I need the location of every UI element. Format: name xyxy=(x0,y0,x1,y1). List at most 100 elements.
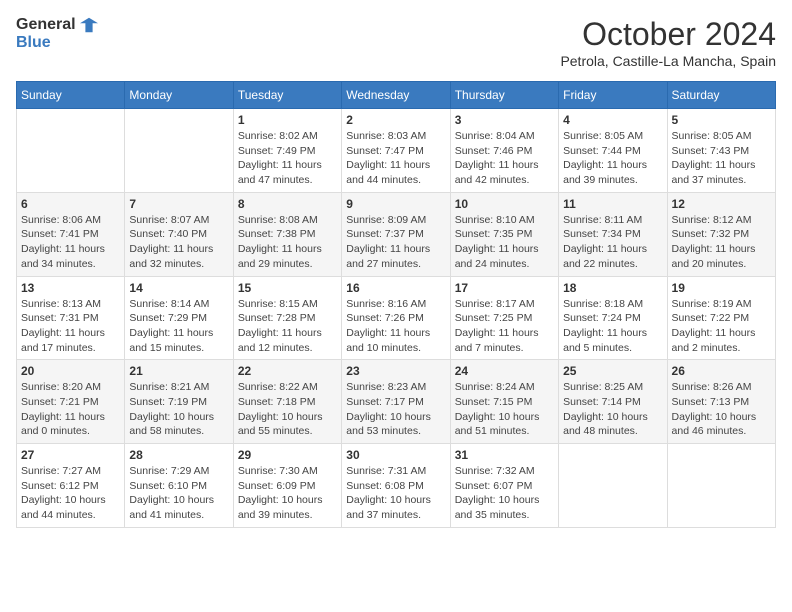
calendar-cell: 20 Sunrise: 8:20 AM Sunset: 7:21 PM Dayli… xyxy=(17,360,125,444)
logo-line2: Blue xyxy=(16,34,98,52)
calendar-cell: 17 Sunrise: 8:17 AM Sunset: 7:25 PM Dayli… xyxy=(450,276,558,360)
day-number: 27 xyxy=(21,448,120,462)
month-year: October 2024 xyxy=(560,16,776,53)
day-number: 17 xyxy=(455,281,554,295)
location: Petrola, Castille-La Mancha, Spain xyxy=(560,53,776,69)
day-info: Sunrise: 7:32 AM Sunset: 6:07 PM Dayligh… xyxy=(455,464,554,523)
calendar-cell: 11 Sunrise: 8:11 AM Sunset: 7:34 PM Dayli… xyxy=(559,192,667,276)
calendar-cell: 29 Sunrise: 7:30 AM Sunset: 6:09 PM Dayli… xyxy=(233,444,341,528)
calendar-week-row: 27Sunrise: 7:27 AM Sunset: 6:12 PM Dayli… xyxy=(17,444,776,528)
day-info: Sunrise: 8:12 AM Sunset: 7:32 PM Dayligh… xyxy=(672,213,771,272)
day-number: 23 xyxy=(346,364,445,378)
calendar-cell: 25Sunrise: 8:25 AM Sunset: 7:14 PM Dayli… xyxy=(559,360,667,444)
calendar-cell: 27Sunrise: 7:27 AM Sunset: 6:12 PM Dayli… xyxy=(17,444,125,528)
title-block: October 2024 Petrola, Castille-La Mancha… xyxy=(560,16,776,69)
day-number: 29 xyxy=(238,448,337,462)
day-number: 11 xyxy=(563,197,662,211)
calendar-cell: 19 Sunrise: 8:19 AM Sunset: 7:22 PM Dayli… xyxy=(667,276,775,360)
calendar-cell xyxy=(17,109,125,193)
weekday-header: Wednesday xyxy=(342,82,450,109)
calendar-cell: 18Sunrise: 8:18 AM Sunset: 7:24 PM Dayli… xyxy=(559,276,667,360)
calendar-cell: 24Sunrise: 8:24 AM Sunset: 7:15 PM Dayli… xyxy=(450,360,558,444)
day-number: 15 xyxy=(238,281,337,295)
calendar-week-row: 13 Sunrise: 8:13 AM Sunset: 7:31 PM Dayli… xyxy=(17,276,776,360)
day-info: Sunrise: 8:02 AM Sunset: 7:49 PM Dayligh… xyxy=(238,129,337,188)
calendar-cell: 21 Sunrise: 8:21 AM Sunset: 7:19 PM Dayli… xyxy=(125,360,233,444)
calendar-week-row: 6 Sunrise: 8:06 AM Sunset: 7:41 PM Daylig… xyxy=(17,192,776,276)
day-info: Sunrise: 8:18 AM Sunset: 7:24 PM Dayligh… xyxy=(563,297,662,356)
day-info: Sunrise: 8:13 AM Sunset: 7:31 PM Dayligh… xyxy=(21,297,120,356)
calendar-cell: 31 Sunrise: 7:32 AM Sunset: 6:07 PM Dayli… xyxy=(450,444,558,528)
day-number: 19 xyxy=(672,281,771,295)
logo: General Blue xyxy=(16,16,98,52)
day-number: 28 xyxy=(129,448,228,462)
day-number: 12 xyxy=(672,197,771,211)
day-number: 3 xyxy=(455,113,554,127)
day-number: 21 xyxy=(129,364,228,378)
day-number: 14 xyxy=(129,281,228,295)
day-number: 8 xyxy=(238,197,337,211)
calendar-cell: 15Sunrise: 8:15 AM Sunset: 7:28 PM Dayli… xyxy=(233,276,341,360)
logo-line1: General xyxy=(16,16,98,34)
weekday-header: Tuesday xyxy=(233,82,341,109)
day-number: 16 xyxy=(346,281,445,295)
logo-text: General Blue xyxy=(16,16,98,52)
day-info: Sunrise: 8:08 AM Sunset: 7:38 PM Dayligh… xyxy=(238,213,337,272)
day-info: Sunrise: 8:24 AM Sunset: 7:15 PM Dayligh… xyxy=(455,380,554,439)
day-info: Sunrise: 8:10 AM Sunset: 7:35 PM Dayligh… xyxy=(455,213,554,272)
day-number: 5 xyxy=(672,113,771,127)
day-info: Sunrise: 8:07 AM Sunset: 7:40 PM Dayligh… xyxy=(129,213,228,272)
day-number: 2 xyxy=(346,113,445,127)
day-info: Sunrise: 8:14 AM Sunset: 7:29 PM Dayligh… xyxy=(129,297,228,356)
calendar-cell xyxy=(667,444,775,528)
calendar-cell: 8 Sunrise: 8:08 AM Sunset: 7:38 PM Daylig… xyxy=(233,192,341,276)
day-info: Sunrise: 8:19 AM Sunset: 7:22 PM Dayligh… xyxy=(672,297,771,356)
calendar-cell: 16Sunrise: 8:16 AM Sunset: 7:26 PM Dayli… xyxy=(342,276,450,360)
day-number: 10 xyxy=(455,197,554,211)
weekday-header: Friday xyxy=(559,82,667,109)
day-info: Sunrise: 8:20 AM Sunset: 7:21 PM Dayligh… xyxy=(21,380,120,439)
calendar-cell: 13 Sunrise: 8:13 AM Sunset: 7:31 PM Dayli… xyxy=(17,276,125,360)
calendar-cell: 30 Sunrise: 7:31 AM Sunset: 6:08 PM Dayli… xyxy=(342,444,450,528)
day-info: Sunrise: 7:29 AM Sunset: 6:10 PM Dayligh… xyxy=(129,464,228,523)
calendar-cell xyxy=(125,109,233,193)
calendar-cell: 4Sunrise: 8:05 AM Sunset: 7:44 PM Daylig… xyxy=(559,109,667,193)
day-info: Sunrise: 8:17 AM Sunset: 7:25 PM Dayligh… xyxy=(455,297,554,356)
calendar-cell: 1 Sunrise: 8:02 AM Sunset: 7:49 PM Daylig… xyxy=(233,109,341,193)
day-number: 22 xyxy=(238,364,337,378)
calendar-week-row: 20 Sunrise: 8:20 AM Sunset: 7:21 PM Dayli… xyxy=(17,360,776,444)
day-number: 4 xyxy=(563,113,662,127)
day-number: 1 xyxy=(238,113,337,127)
day-info: Sunrise: 8:25 AM Sunset: 7:14 PM Dayligh… xyxy=(563,380,662,439)
day-number: 7 xyxy=(129,197,228,211)
weekday-header: Thursday xyxy=(450,82,558,109)
day-info: Sunrise: 7:30 AM Sunset: 6:09 PM Dayligh… xyxy=(238,464,337,523)
calendar-cell: 6 Sunrise: 8:06 AM Sunset: 7:41 PM Daylig… xyxy=(17,192,125,276)
calendar-week-row: 1 Sunrise: 8:02 AM Sunset: 7:49 PM Daylig… xyxy=(17,109,776,193)
weekday-header: Saturday xyxy=(667,82,775,109)
calendar-cell: 2 Sunrise: 8:03 AM Sunset: 7:47 PM Daylig… xyxy=(342,109,450,193)
calendar-cell: 5Sunrise: 8:05 AM Sunset: 7:43 PM Daylig… xyxy=(667,109,775,193)
calendar-cell: 7 Sunrise: 8:07 AM Sunset: 7:40 PM Daylig… xyxy=(125,192,233,276)
day-info: Sunrise: 8:09 AM Sunset: 7:37 PM Dayligh… xyxy=(346,213,445,272)
day-number: 31 xyxy=(455,448,554,462)
day-number: 30 xyxy=(346,448,445,462)
day-info: Sunrise: 8:06 AM Sunset: 7:41 PM Dayligh… xyxy=(21,213,120,272)
day-number: 6 xyxy=(21,197,120,211)
calendar-cell: 28 Sunrise: 7:29 AM Sunset: 6:10 PM Dayli… xyxy=(125,444,233,528)
calendar-cell: 10 Sunrise: 8:10 AM Sunset: 7:35 PM Dayli… xyxy=(450,192,558,276)
calendar-cell: 14 Sunrise: 8:14 AM Sunset: 7:29 PM Dayli… xyxy=(125,276,233,360)
weekday-header-row: SundayMondayTuesdayWednesdayThursdayFrid… xyxy=(17,82,776,109)
weekday-header: Sunday xyxy=(17,82,125,109)
calendar-cell xyxy=(559,444,667,528)
calendar-cell: 3Sunrise: 8:04 AM Sunset: 7:46 PM Daylig… xyxy=(450,109,558,193)
day-info: Sunrise: 8:11 AM Sunset: 7:34 PM Dayligh… xyxy=(563,213,662,272)
day-number: 20 xyxy=(21,364,120,378)
day-info: Sunrise: 8:03 AM Sunset: 7:47 PM Dayligh… xyxy=(346,129,445,188)
calendar-cell: 9Sunrise: 8:09 AM Sunset: 7:37 PM Daylig… xyxy=(342,192,450,276)
calendar-cell: 22Sunrise: 8:22 AM Sunset: 7:18 PM Dayli… xyxy=(233,360,341,444)
day-info: Sunrise: 7:31 AM Sunset: 6:08 PM Dayligh… xyxy=(346,464,445,523)
day-info: Sunrise: 8:21 AM Sunset: 7:19 PM Dayligh… xyxy=(129,380,228,439)
calendar-cell: 26Sunrise: 8:26 AM Sunset: 7:13 PM Dayli… xyxy=(667,360,775,444)
day-number: 13 xyxy=(21,281,120,295)
